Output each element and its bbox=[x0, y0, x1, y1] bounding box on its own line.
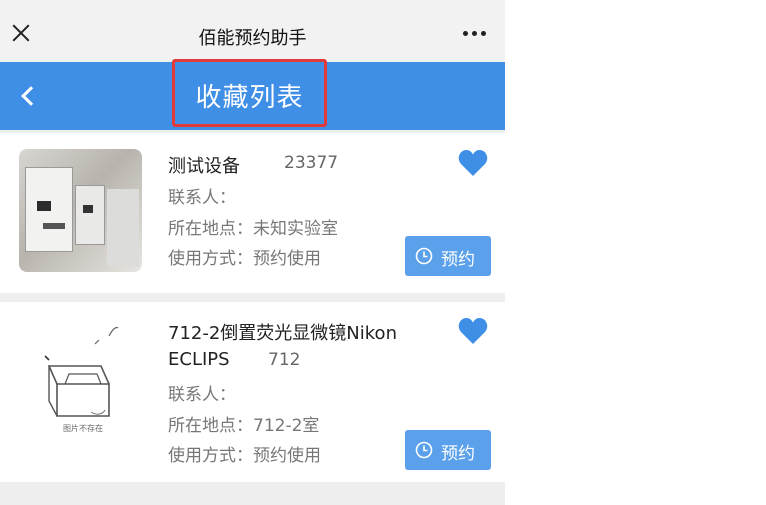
favorite-item[interactable]: 图片不存在 712-2倒置荧光显微镜Nikon ECLIPS 712 联系人： … bbox=[0, 302, 505, 482]
equipment-code: 23377 bbox=[284, 153, 339, 173]
equipment-name-continued: ECLIPS bbox=[168, 349, 230, 370]
back-arrow-icon[interactable] bbox=[10, 78, 44, 114]
location-text: 所在地点：712-2室 bbox=[168, 416, 320, 436]
usage-text: 使用方式：预约使用 bbox=[168, 249, 321, 269]
reserve-button[interactable]: 预约 bbox=[405, 430, 491, 470]
title-highlight-box bbox=[172, 59, 327, 127]
mini-program-title: 佰能预约助手 bbox=[198, 28, 307, 49]
contact-label: 联系人： bbox=[168, 385, 236, 405]
wechat-title-bar: 佰能预约助手 bbox=[0, 0, 505, 62]
usage-text: 使用方式：预约使用 bbox=[168, 446, 321, 466]
equipment-code: 712 bbox=[268, 350, 301, 370]
more-icon[interactable] bbox=[461, 26, 489, 40]
empty-box-icon bbox=[44, 326, 119, 417]
reserve-button[interactable]: 预约 bbox=[405, 236, 491, 276]
phone-screen: 佰能预约助手 收藏列表 测试设备 23377 联系人： 所在地点：未知实验室 使… bbox=[0, 0, 505, 505]
equipment-name: 712-2倒置荧光显微镜Nikon bbox=[168, 323, 397, 344]
contact-label: 联系人： bbox=[168, 188, 236, 208]
image-placeholder: 图片不存在 bbox=[19, 316, 142, 439]
equipment-photo bbox=[19, 149, 142, 272]
clock-icon bbox=[415, 247, 433, 265]
location-text: 所在地点：未知实验室 bbox=[168, 219, 338, 239]
reserve-label: 预约 bbox=[441, 250, 475, 270]
clock-icon bbox=[415, 441, 433, 459]
image-missing-caption: 图片不存在 bbox=[63, 424, 103, 433]
heart-icon[interactable] bbox=[458, 317, 488, 345]
reserve-label: 预约 bbox=[441, 444, 475, 464]
favorite-item[interactable]: 测试设备 23377 联系人： 所在地点：未知实验室 使用方式：预约使用 预约 bbox=[0, 133, 505, 293]
heart-icon[interactable] bbox=[458, 149, 488, 177]
equipment-name: 测试设备 bbox=[168, 156, 240, 177]
